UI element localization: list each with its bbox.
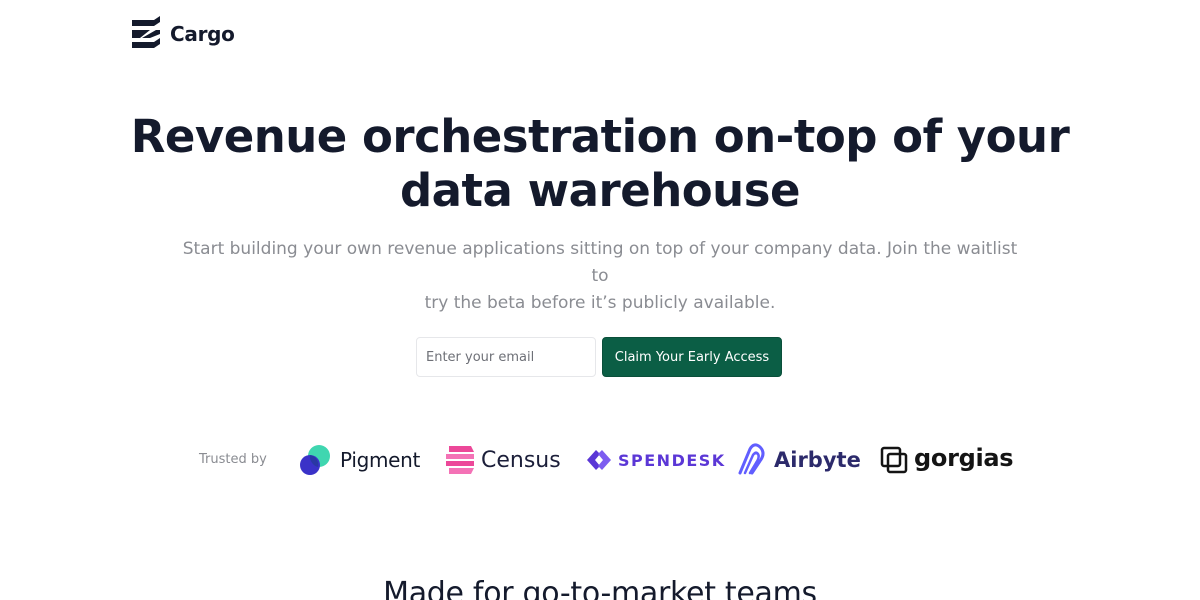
gorgias-logo-icon [880, 446, 908, 474]
gorgias-logo: gorgias [880, 440, 1014, 480]
airbyte-logo-text: Airbyte [774, 448, 861, 472]
cargo-logo-icon [132, 16, 160, 48]
trusted-by-label: Trusted by [199, 452, 267, 467]
landing-page: Cargo Revenue orchestration on-top of yo… [0, 0, 1200, 600]
email-input[interactable] [416, 337, 596, 377]
section-heading: Made for go-to-market teams [383, 576, 817, 600]
waitlist-form: Claim Your Early Access [416, 337, 782, 377]
pigment-logo-text: Pigment [340, 448, 421, 472]
hero-title-line1: Revenue orchestration on-top of your [130, 110, 1070, 163]
claim-early-access-button[interactable]: Claim Your Early Access [602, 337, 782, 377]
airbyte-logo-icon [738, 443, 765, 475]
spendesk-logo-text: SPENDESK [618, 450, 726, 470]
site-header: Cargo [130, 16, 235, 52]
pigment-logo: Pigment [298, 440, 420, 480]
pigment-logo-icon [300, 445, 330, 475]
brand-home-link[interactable]: Cargo [130, 16, 235, 52]
spendesk-logo: SPENDESK [586, 440, 726, 480]
hero-title: Revenue orchestration on-top of your dat… [0, 110, 1200, 218]
census-logo-icon [446, 446, 474, 474]
census-logo: Census [443, 440, 561, 480]
trusted-by-strip: Trusted by Pigment Census SPENDESK Airby… [199, 440, 1029, 480]
gorgias-logo-text: gorgias [914, 444, 1014, 472]
hero-subtitle-line2: try the beta before it’s publicly availa… [424, 293, 776, 313]
brand-name: Cargo [170, 22, 235, 46]
spendesk-logo-icon [587, 450, 611, 470]
hero-title-line2: data warehouse [399, 164, 801, 217]
hero-subtitle-line1: Start building your own revenue applicat… [182, 239, 1018, 286]
census-logo-text: Census [481, 447, 561, 473]
hero-subtitle: Start building your own revenue applicat… [180, 236, 1020, 317]
airbyte-logo: Airbyte [736, 440, 861, 480]
